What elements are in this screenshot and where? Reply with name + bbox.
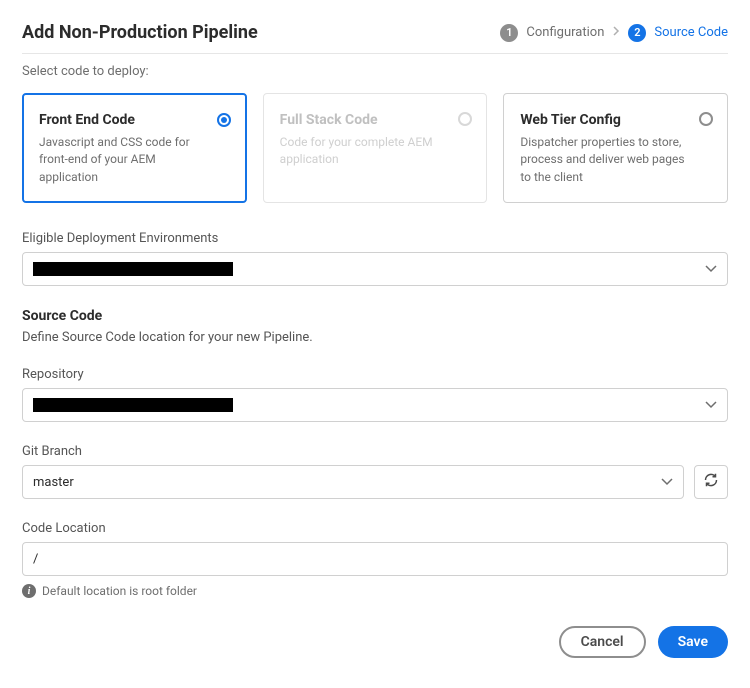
git-branch-select[interactable]: master — [22, 465, 684, 499]
dialog-title: Add Non-Production Pipeline — [22, 22, 258, 43]
select-code-label: Select code to deploy: — [22, 64, 728, 79]
card-desc: Code for your complete AEM application — [280, 134, 471, 169]
step-1-label[interactable]: Configuration — [526, 25, 604, 40]
card-title: Full Stack Code — [280, 112, 471, 128]
chevron-down-icon — [705, 401, 717, 409]
radio-unselected-icon[interactable] — [699, 112, 713, 126]
radio-selected-icon[interactable] — [217, 113, 231, 127]
save-button[interactable]: Save — [658, 626, 728, 658]
source-code-section: Source Code Define Source Code location … — [22, 308, 728, 598]
card-title: Web Tier Config — [520, 112, 711, 128]
git-branch-label: Git Branch — [22, 444, 728, 459]
repository-field: Repository — [22, 367, 728, 422]
env-field: Eligible Deployment Environments — [22, 231, 728, 286]
code-location-input[interactable]: / — [22, 542, 728, 576]
env-select[interactable] — [22, 252, 728, 286]
card-web-tier-config[interactable]: Web Tier Config Dispatcher properties to… — [503, 93, 728, 203]
card-desc: Javascript and CSS code for front-end of… — [39, 134, 230, 186]
card-full-stack-code: Full Stack Code Code for your complete A… — [263, 93, 488, 203]
git-branch-field: Git Branch master — [22, 444, 728, 499]
cancel-button[interactable]: Cancel — [559, 626, 646, 658]
refresh-button[interactable] — [694, 465, 728, 499]
stepper: 1 Configuration 2 Source Code — [500, 24, 728, 42]
git-branch-value: master — [33, 475, 74, 490]
repository-value-redacted — [33, 398, 233, 412]
dialog-header: Add Non-Production Pipeline 1 Configurat… — [22, 22, 728, 54]
code-location-helper-text: Default location is root folder — [42, 584, 197, 598]
source-code-desc: Define Source Code location for your new… — [22, 330, 728, 345]
code-location-helper: i Default location is root folder — [22, 584, 728, 598]
repository-select[interactable] — [22, 388, 728, 422]
step-2-circle: 2 — [628, 24, 646, 42]
env-label: Eligible Deployment Environments — [22, 231, 728, 246]
card-title: Front End Code — [39, 112, 230, 128]
source-code-title: Source Code — [22, 308, 728, 324]
code-location-value: / — [33, 552, 38, 567]
code-location-label: Code Location — [22, 521, 728, 536]
env-value-redacted — [33, 262, 233, 276]
chevron-right-icon — [612, 25, 620, 40]
card-desc: Dispatcher properties to store, process … — [520, 134, 711, 186]
step-1-circle: 1 — [500, 24, 518, 42]
refresh-icon — [703, 472, 719, 492]
deploy-type-cards: Front End Code Javascript and CSS code f… — [22, 93, 728, 203]
dialog-footer: Cancel Save — [22, 626, 728, 658]
info-icon: i — [22, 584, 36, 598]
chevron-down-icon — [661, 478, 673, 486]
code-location-field: Code Location / i Default location is ro… — [22, 521, 728, 598]
step-2-label[interactable]: Source Code — [654, 25, 728, 40]
repository-label: Repository — [22, 367, 728, 382]
card-front-end-code[interactable]: Front End Code Javascript and CSS code f… — [22, 93, 247, 203]
chevron-down-icon — [705, 265, 717, 273]
